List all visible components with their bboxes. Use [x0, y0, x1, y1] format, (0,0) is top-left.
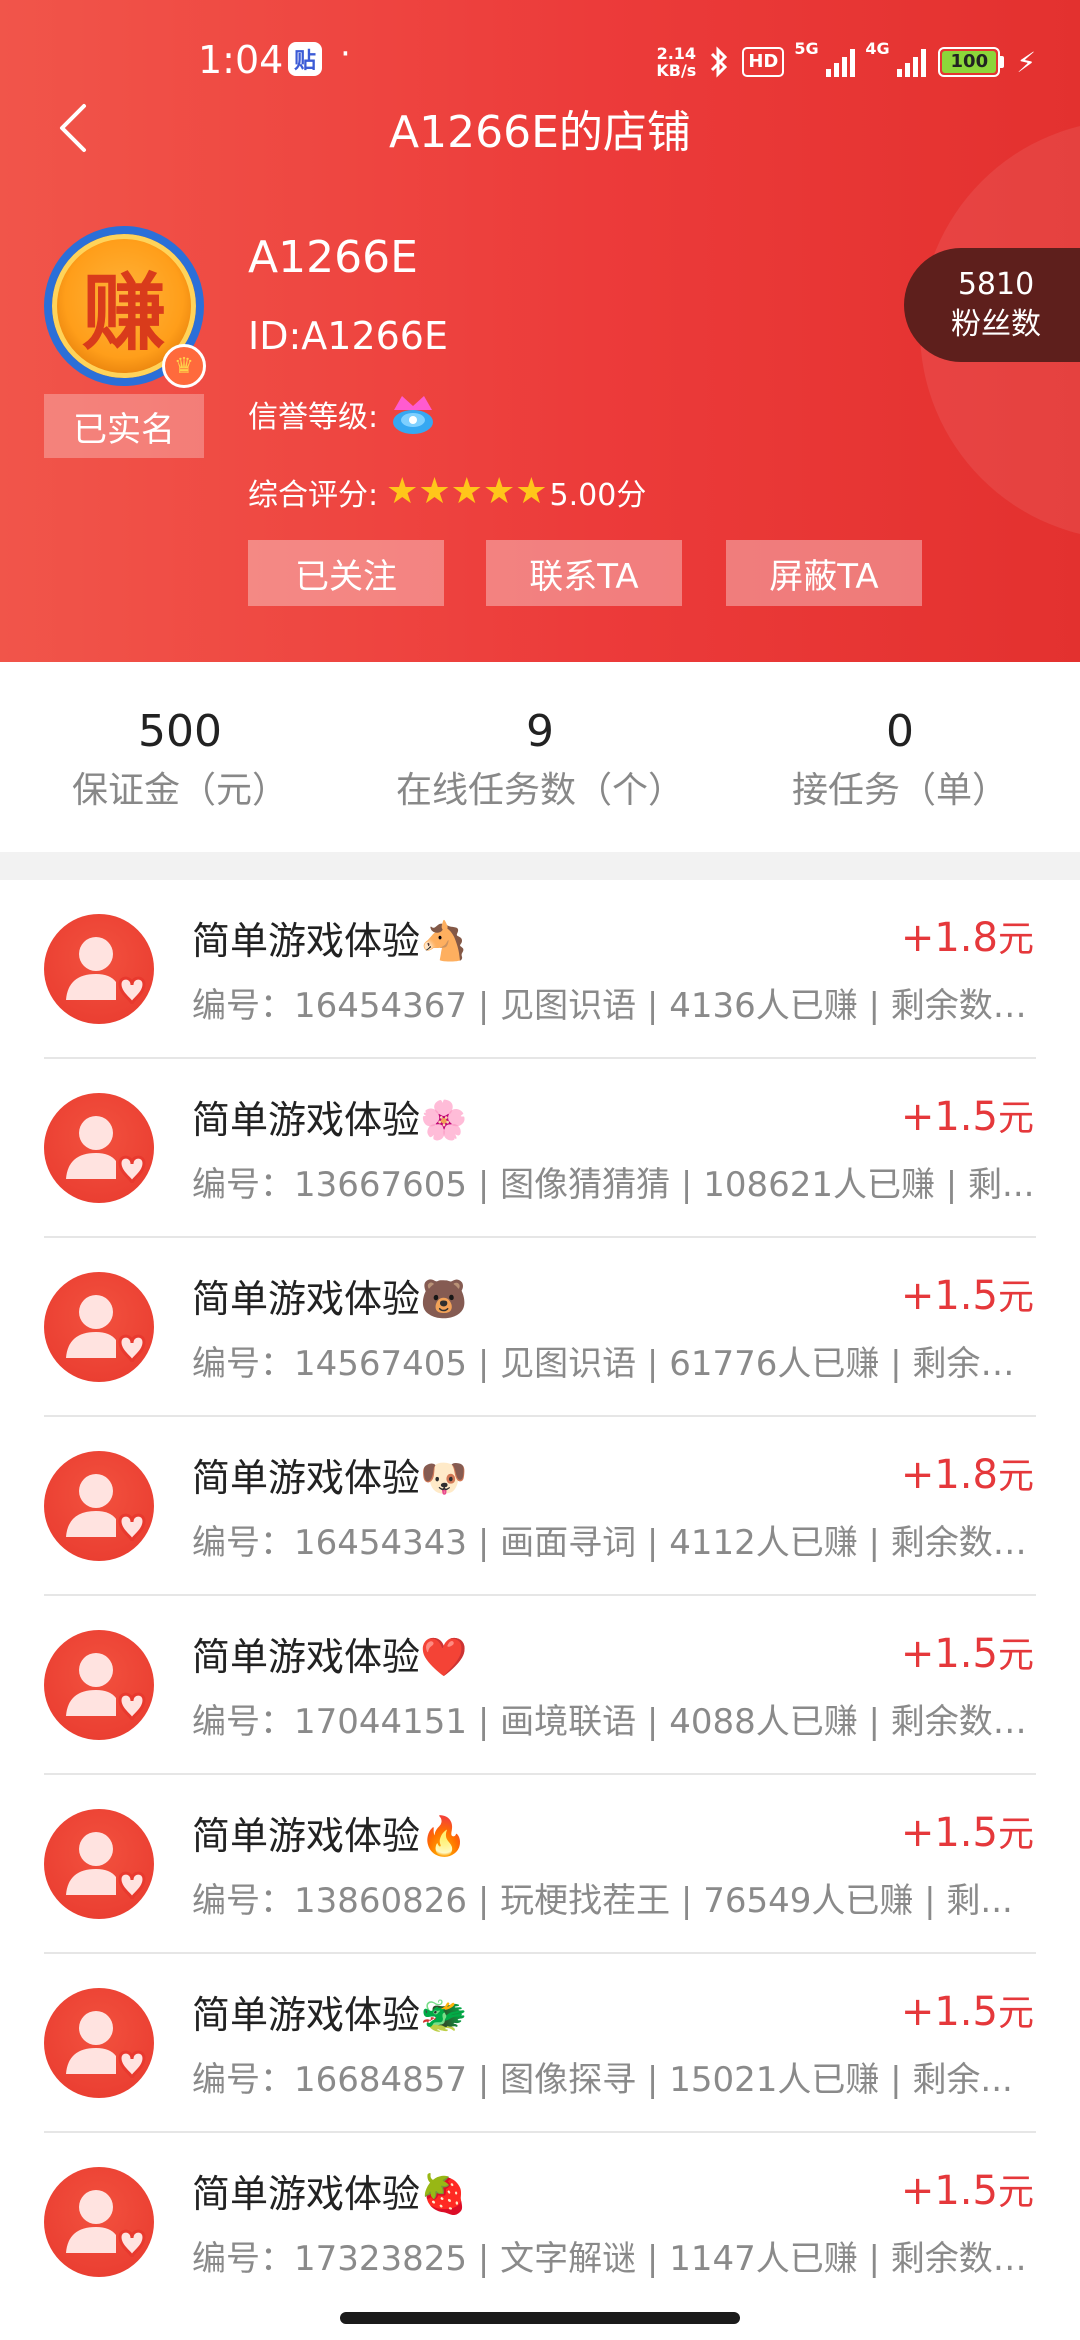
task-avatar — [44, 1988, 154, 2098]
task-row[interactable]: 简单游戏体验🍓 +1.5元 编号：17323825 | 文字解谜 | 1147人… — [44, 2133, 1038, 2312]
task-reward: +1.8元 — [900, 1452, 1034, 1498]
task-reward: +1.5元 — [900, 1631, 1034, 1677]
task-reward: +1.5元 — [900, 1810, 1034, 1856]
task-meta: 编号：14567405 | 见图识语 | 61776人已赚 | 剩余数... — [192, 1344, 1038, 1384]
user-heart-icon — [66, 937, 146, 1005]
stat-accepted-tasks: 0 接任务（单） — [791, 705, 1008, 811]
user-heart-icon — [66, 1116, 146, 1184]
task-title: 简单游戏体验🐲 — [192, 1993, 468, 2037]
task-meta: 编号：17323825 | 文字解谜 | 1147人已赚 | 剩余数：... — [192, 2239, 1038, 2279]
star-icon: ★ — [482, 471, 516, 512]
task-row[interactable]: 简单游戏体验❤️ +1.5元 编号：17044151 | 画境联语 | 4088… — [44, 1596, 1038, 1775]
task-row[interactable]: 简单游戏体验🔥 +1.5元 编号：13860826 | 玩梗找茬王 | 7654… — [44, 1775, 1036, 1954]
task-title: 简单游戏体验🔥 — [192, 1814, 468, 1858]
credit-level: 信誉等级: — [248, 390, 440, 438]
task-row[interactable]: 简单游戏体验🐻 +1.5元 编号：14567405 | 见图识语 | 61776… — [44, 1238, 1038, 1417]
block-button[interactable]: 屏蔽TA — [726, 540, 922, 606]
user-heart-icon — [66, 1474, 146, 1542]
task-avatar — [44, 1809, 154, 1919]
signal-5g-icon: 5G — [794, 39, 856, 77]
task-avatar — [44, 1093, 154, 1203]
star-icon: ★ — [515, 471, 548, 512]
task-reward: +1.5元 — [900, 1989, 1034, 2035]
star-icon: ★ — [386, 471, 419, 512]
task-row[interactable]: 简单游戏体验🌸 +1.5元 编号：13667605 | 图像猜猜猜 | 1086… — [44, 1059, 1036, 1238]
signal-4g-icon: 4G — [865, 39, 927, 77]
rating-score: 5.00分 — [549, 478, 647, 513]
notification-app-icon: 贴 — [288, 42, 322, 76]
credit-crown-icon — [393, 396, 434, 434]
shop-id: ID:A1266E — [248, 314, 448, 358]
task-avatar — [44, 1451, 154, 1561]
task-meta: 编号：13667605 | 图像猜猜猜 | 108621人已赚 | 剩... — [192, 1165, 1035, 1205]
task-reward: +1.5元 — [900, 1094, 1034, 1140]
task-row[interactable]: 简单游戏体验🐶 +1.8元 编号：16454343 | 画面寻词 | 4112人… — [44, 1417, 1038, 1596]
task-reward: +1.5元 — [900, 2168, 1034, 2214]
task-meta: 编号：17044151 | 画境联语 | 4088人已赚 | 剩余数：... — [192, 1702, 1038, 1742]
verified-badge: 已实名 — [44, 394, 204, 458]
shop-name: A1266E — [248, 232, 418, 283]
task-title: 简单游戏体验🌸 — [192, 1098, 468, 1142]
fans-label: 粉丝数 — [951, 307, 1041, 342]
task-meta: 编号：16454343 | 画面寻词 | 4112人已赚 | 剩余数：... — [192, 1523, 1038, 1563]
overall-rating: 综合评分: ★ ★ ★ ★ ★ 5.00分 — [248, 470, 646, 514]
task-reward: +1.5元 — [900, 1273, 1034, 1319]
task-meta: 编号：13860826 | 玩梗找茬王 | 76549人已赚 | 剩... — [192, 1881, 1013, 1921]
follow-button[interactable]: 已关注 — [248, 540, 444, 606]
stat-deposit: 500 保证金（元） — [71, 705, 288, 811]
user-heart-icon — [66, 1653, 146, 1721]
task-avatar — [44, 2167, 154, 2277]
task-title: 简单游戏体验🐴 — [192, 919, 468, 963]
home-indicator[interactable] — [340, 2312, 740, 2324]
task-row[interactable]: 简单游戏体验🐴 +1.8元 编号：16454367 | 见图识语 | 4136人… — [44, 880, 1038, 1059]
task-title: 简单游戏体验🐻 — [192, 1277, 468, 1321]
fans-count: 5810 — [957, 267, 1035, 302]
user-heart-icon — [66, 2011, 146, 2079]
status-time: 1:04 — [198, 38, 284, 82]
task-reward: +1.8元 — [900, 915, 1034, 961]
back-arrow-icon[interactable] — [52, 100, 100, 156]
shop-stats: 500 保证金（元） 9 在线任务数（个） 0 接任务（单） — [0, 662, 1080, 852]
task-avatar — [44, 1272, 154, 1382]
shop-avatar: 赚 ♛ — [44, 226, 206, 388]
task-title: 简单游戏体验🍓 — [192, 2172, 468, 2216]
task-avatar — [44, 1630, 154, 1740]
status-indicators: 2.14 KB/s HD 5G 4G 100 ⚡ — [656, 39, 1036, 84]
network-speed: 2.14 KB/s — [656, 44, 697, 80]
contact-button[interactable]: 联系TA — [486, 540, 682, 606]
stat-online-tasks: 9 在线任务数（个） — [395, 705, 684, 811]
page-title: A1266E的店铺 — [389, 107, 691, 158]
credit-label: 信誉等级: — [248, 400, 379, 435]
fans-count-pill: 5810 粉丝数 — [904, 248, 1080, 362]
user-heart-icon — [66, 1295, 146, 1363]
user-heart-icon — [66, 1832, 146, 1900]
star-icon: ★ — [450, 471, 483, 512]
rating-label: 综合评分: — [248, 478, 379, 513]
task-meta: 编号：16454367 | 见图识语 | 4136人已赚 | 剩余数：... — [192, 986, 1038, 1026]
bluetooth-icon — [711, 46, 728, 78]
hd-voice-badge: HD — [742, 47, 785, 77]
task-row[interactable]: 简单游戏体验🐲 +1.5元 编号：16684857 | 图像探寻 | 15021… — [44, 1954, 1036, 2133]
user-heart-icon — [66, 2190, 146, 2258]
task-title: 简单游戏体验❤️ — [192, 1635, 468, 1679]
rating-stars: ★ ★ ★ ★ ★ — [386, 474, 547, 510]
task-avatar — [44, 914, 154, 1024]
task-title: 简单游戏体验🐶 — [192, 1456, 468, 1500]
task-list: 简单游戏体验🐴 +1.8元 编号：16454367 | 见图识语 | 4136人… — [0, 880, 1080, 2340]
star-icon: ★ — [418, 471, 451, 512]
crown-icon: ♛ — [162, 344, 206, 388]
task-meta: 编号：16684857 | 图像探寻 | 15021人已赚 | 剩余... — [192, 2060, 1013, 2100]
battery-icon: 100 — [938, 47, 1005, 77]
charging-icon: ⚡ — [1016, 45, 1036, 79]
status-dot: · — [340, 34, 351, 74]
